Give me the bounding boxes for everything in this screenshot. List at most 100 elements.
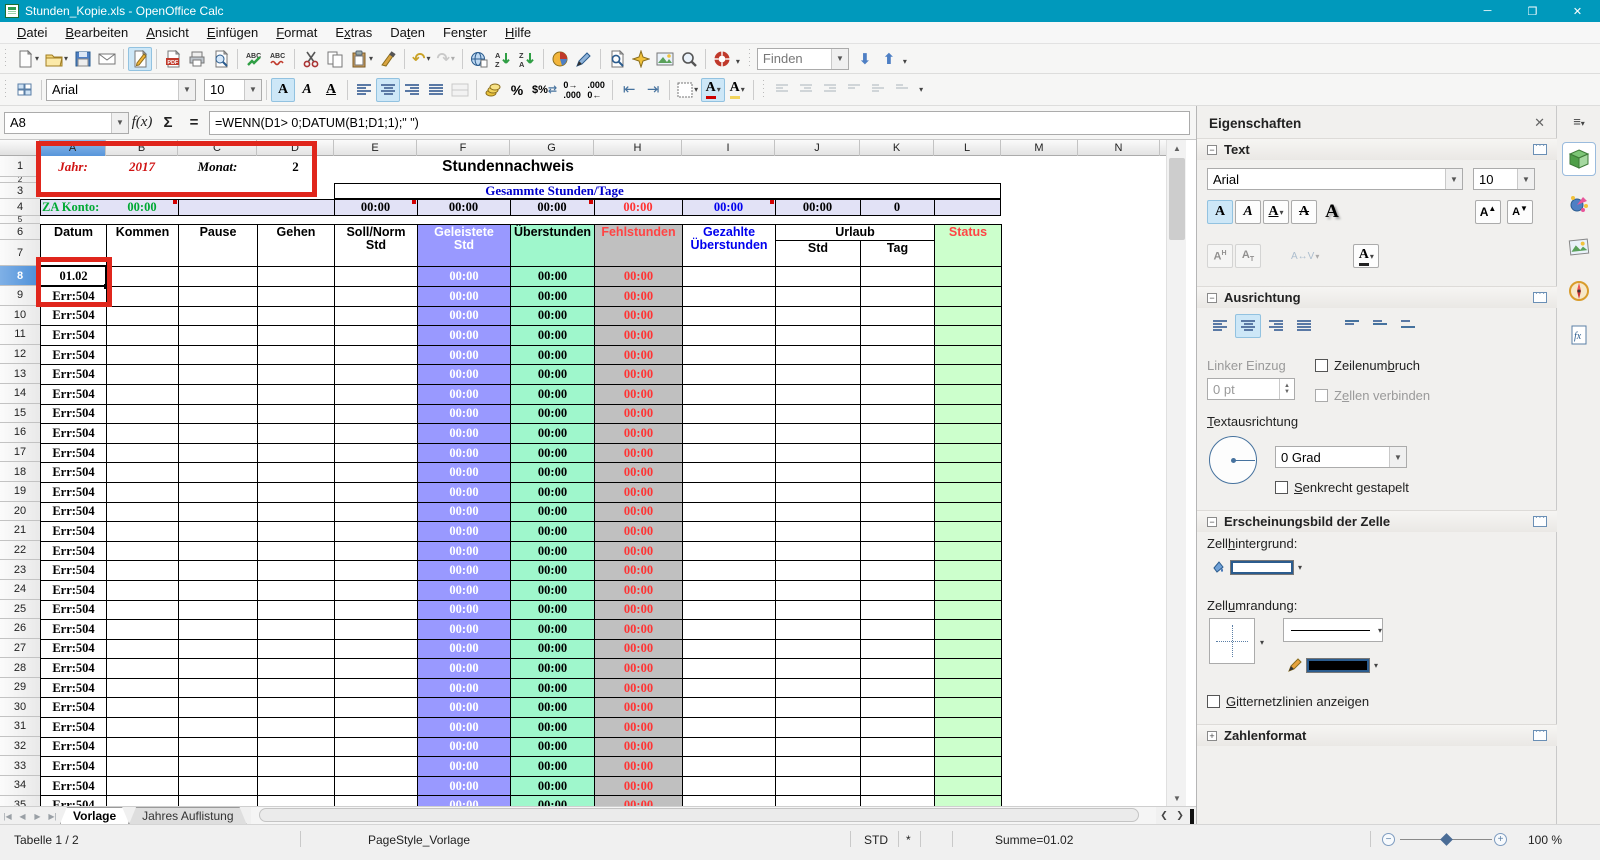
minimize-button[interactable]: ─ <box>1465 0 1510 22</box>
cell-D25[interactable] <box>257 599 335 621</box>
cell-F16[interactable]: 00:00 <box>417 423 511 444</box>
cell-H32[interactable]: 00:00 <box>594 736 683 758</box>
function-icon[interactable]: = <box>181 111 207 135</box>
cell-L18[interactable] <box>934 462 1002 483</box>
cell-G34[interactable]: 00:00 <box>510 775 595 797</box>
vertical-scrollbar-thumb[interactable] <box>1169 158 1185 240</box>
cell-B19[interactable] <box>106 481 179 503</box>
cell-B23[interactable] <box>106 560 179 581</box>
character-spacing-button[interactable]: A↔V ▾ <box>1287 244 1323 268</box>
cell-A34[interactable]: Err:504 <box>40 775 107 797</box>
cell-I18[interactable] <box>682 462 776 483</box>
collapse-icon[interactable]: − <box>1207 144 1217 155</box>
cell-j4-summary-value[interactable]: 00:00 <box>775 199 860 216</box>
split-handle[interactable] <box>1190 809 1194 824</box>
bold-button[interactable]: A <box>271 77 295 102</box>
spelling-button[interactable]: ABC <box>242 47 266 71</box>
next-sheet-icon[interactable]: ▶ <box>30 808 45 824</box>
sidebar-font-size-combobox[interactable]: 10 ▼ <box>1473 168 1535 190</box>
sidebar-underline-button[interactable]: A ▾ <box>1263 200 1289 224</box>
cell-J21[interactable] <box>775 521 861 542</box>
cell-L31[interactable] <box>934 717 1002 738</box>
section-cell-appearance[interactable]: − Erscheinungsbild der Zelle <box>1197 510 1557 532</box>
cell-C24[interactable] <box>178 579 258 601</box>
sort-descending-button[interactable]: ZA <box>515 47 539 71</box>
cell-B16[interactable] <box>106 423 179 444</box>
cell-I16[interactable] <box>682 423 776 444</box>
cell-E10[interactable] <box>334 305 418 327</box>
border-line-style-button[interactable]: ▾ <box>1283 618 1383 642</box>
cell-F24[interactable]: 00:00 <box>417 579 511 601</box>
cell-L11[interactable] <box>934 325 1002 346</box>
text-dialog-launcher-icon[interactable] <box>1533 141 1547 155</box>
sb-justify-button[interactable] <box>1291 314 1317 338</box>
cell-G27[interactable]: 00:00 <box>510 638 595 660</box>
column-header-D[interactable]: D <box>257 140 334 156</box>
cell-A18[interactable]: Err:504 <box>40 462 107 483</box>
percent-format-icon[interactable]: % <box>505 78 529 102</box>
send-email-button[interactable] <box>95 47 119 71</box>
cell-L20[interactable] <box>934 501 1002 523</box>
cell-F13[interactable]: 00:00 <box>417 364 511 385</box>
cell-D8[interactable] <box>257 266 335 287</box>
cell-E24[interactable] <box>334 579 418 601</box>
table-header-tag[interactable]: Tag <box>860 240 935 267</box>
cell-G20[interactable]: 00:00 <box>510 501 595 523</box>
zoom-slider-thumb[interactable] <box>1440 833 1453 846</box>
section-number-format[interactable]: + Zahlenformat <box>1197 724 1557 746</box>
cell-K23[interactable] <box>860 560 935 581</box>
cell-A14[interactable]: Err:504 <box>40 383 107 405</box>
cell-G17[interactable]: 00:00 <box>510 442 595 464</box>
delete-decimal-icon[interactable]: .000 0← <box>584 78 608 102</box>
page-style[interactable]: PageStyle_Vorlage <box>368 831 470 849</box>
cell-F26[interactable]: 00:00 <box>417 619 511 640</box>
auto-spellcheck-button[interactable]: ABC <box>266 47 290 71</box>
cell-L23[interactable] <box>934 560 1002 581</box>
cell-J22[interactable] <box>775 540 861 562</box>
cell-D35[interactable] <box>257 795 335 806</box>
cell-L10[interactable] <box>934 305 1002 327</box>
cell-B31[interactable] <box>106 717 179 738</box>
column-header-L[interactable]: L <box>934 140 1001 156</box>
cell-L33[interactable] <box>934 756 1002 777</box>
cell-B26[interactable] <box>106 619 179 640</box>
cell-I26[interactable] <box>682 619 776 640</box>
cell-D26[interactable] <box>257 619 335 640</box>
cell-E34[interactable] <box>334 775 418 797</box>
column-header-G[interactable]: G <box>510 140 594 156</box>
cell-A15[interactable]: Err:504 <box>40 403 107 425</box>
cell-C25[interactable] <box>178 599 258 621</box>
number-format-dialog-launcher-icon[interactable] <box>1533 727 1547 741</box>
insert-chart-button[interactable] <box>548 47 572 71</box>
table-header-soll-norm-std[interactable]: Soll/Norm Std <box>334 224 418 267</box>
cell-F15[interactable]: 00:00 <box>417 403 511 425</box>
cell-E25[interactable] <box>334 599 418 621</box>
cell-H27[interactable]: 00:00 <box>594 638 683 660</box>
cell-E8[interactable] <box>334 266 418 287</box>
cell-I15[interactable] <box>682 403 776 425</box>
cell-L16[interactable] <box>934 423 1002 444</box>
cell-J12[interactable] <box>775 344 861 366</box>
sb-align-left-button[interactable] <box>1207 314 1233 338</box>
cell-D9[interactable] <box>257 286 335 307</box>
cell-A16[interactable]: Err:504 <box>40 423 107 444</box>
cell-C11[interactable] <box>178 325 258 346</box>
cell-H16[interactable]: 00:00 <box>594 423 683 444</box>
increase-indent-icon[interactable]: ⇥ <box>641 78 665 102</box>
cell-L21[interactable] <box>934 521 1002 542</box>
column-header-I[interactable]: I <box>682 140 775 156</box>
new-document-button[interactable]: ▾ <box>13 47 42 71</box>
cell-G19[interactable]: 00:00 <box>510 481 595 503</box>
cell-H22[interactable]: 00:00 <box>594 540 683 562</box>
cell-D31[interactable] <box>257 717 335 738</box>
cell-D17[interactable] <box>257 442 335 464</box>
table-header-status[interactable]: Status <box>934 224 1002 267</box>
cell-D18[interactable] <box>257 462 335 483</box>
cell-D32[interactable] <box>257 736 335 758</box>
cell-G10[interactable]: 00:00 <box>510 305 595 327</box>
close-button[interactable]: ✕ <box>1555 0 1600 22</box>
cell-H34[interactable]: 00:00 <box>594 775 683 797</box>
cell-D29[interactable] <box>257 677 335 699</box>
cell-F34[interactable]: 00:00 <box>417 775 511 797</box>
column-header-E[interactable]: E <box>334 140 417 156</box>
